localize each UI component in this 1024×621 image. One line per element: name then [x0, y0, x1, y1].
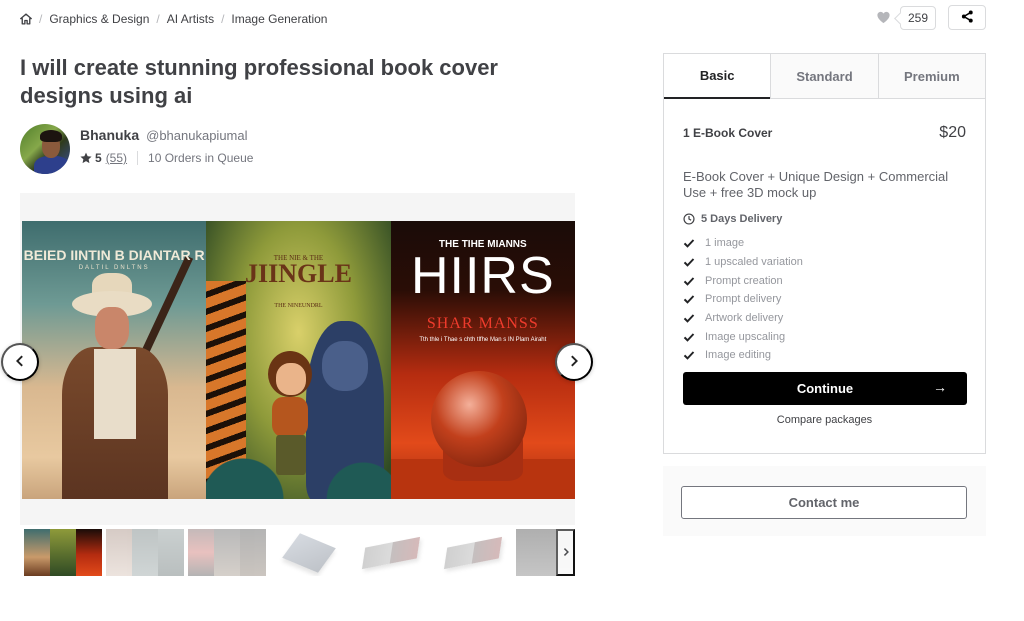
package-name: 1 E-Book Cover: [683, 126, 773, 140]
feature-label: Prompt creation: [705, 274, 783, 287]
thumbnail-2[interactable]: [106, 529, 184, 576]
star-icon: [80, 152, 92, 164]
feature-item: 1 upscaled variation: [683, 253, 966, 272]
continue-button[interactable]: Continue →: [683, 371, 967, 405]
breadcrumb-image-generation[interactable]: Image Generation: [231, 12, 327, 26]
cover-subtitle: SHAR MANSS: [426, 315, 539, 332]
package-features: 1 image 1 upscaled variation Prompt crea…: [683, 234, 966, 365]
check-icon: [683, 331, 695, 343]
thumbnail-5[interactable]: [352, 529, 430, 576]
tab-standard[interactable]: Standard: [770, 54, 878, 98]
share-button[interactable]: [948, 5, 986, 30]
feature-label: 1 image: [705, 237, 745, 250]
clock-icon: [683, 213, 695, 225]
package-tabs: Basic Standard Premium: [664, 54, 985, 99]
home-icon[interactable]: [20, 13, 32, 25]
reviews-count-link[interactable]: (55): [106, 151, 127, 165]
book-cover-jungle: THE NIE & THE JIINGLE THE NINEUNDRL: [206, 221, 391, 499]
feature-item: Prompt creation: [683, 271, 966, 290]
feature-item: Prompt delivery: [683, 290, 966, 309]
check-icon: [683, 349, 695, 361]
chevron-right-icon: [567, 354, 581, 371]
book-cover-mars: THE TIHE MIANNS HIIRS SHAR MANSS Tth thl…: [390, 221, 575, 499]
thumbnail-6[interactable]: [434, 529, 512, 576]
feature-label: Image upscaling: [705, 330, 786, 343]
tab-basic[interactable]: Basic: [664, 54, 771, 99]
book-cover-western: BEIED IINTIN B DIANTAR R DALTIL DNLTNS: [22, 221, 207, 499]
gig-title: I will create stunning professional book…: [20, 55, 498, 108]
feature-label: Prompt delivery: [705, 293, 782, 306]
breadcrumb-ai-artists[interactable]: AI Artists: [167, 12, 214, 26]
chevron-left-icon: [13, 354, 27, 371]
heart-icon[interactable]: [876, 10, 892, 26]
gig-gallery: BEIED IINTIN B DIANTAR R DALTIL DNLTNS T…: [20, 193, 575, 525]
feature-label: Artwork delivery: [705, 312, 784, 325]
thumbnails-next-button[interactable]: [556, 529, 575, 576]
check-icon: [683, 275, 695, 287]
thumbnail-4[interactable]: [270, 529, 348, 576]
gallery-thumbnails: [24, 529, 575, 576]
rating-score: 5: [95, 151, 102, 165]
cover-subtitle: DALTIL DNLTNS: [78, 265, 150, 271]
share-icon: [961, 9, 974, 26]
chevron-right-icon: [561, 545, 571, 560]
seller-name[interactable]: Bhanuka: [80, 127, 139, 143]
seller-overview: Bhanuka @bhanukapiumal 5 (55) 10 Orders …: [20, 124, 253, 174]
cover-title: JIINGLE: [245, 259, 352, 288]
contact-seller-section: Contact me: [663, 466, 986, 536]
gallery-prev-button[interactable]: [1, 343, 39, 381]
cover-tagline: Tth thle i Thae s chth tlfhe Man s IN Pl…: [419, 337, 547, 343]
continue-label: Continue: [796, 380, 854, 396]
thumbnail-1[interactable]: [24, 529, 102, 576]
gallery-slide[interactable]: BEIED IINTIN B DIANTAR R DALTIL DNLTNS T…: [22, 221, 575, 499]
breadcrumb-separator: /: [221, 12, 225, 26]
thumbnail-3[interactable]: [188, 529, 266, 576]
cover-title: HIIRS: [410, 247, 555, 305]
likes-count: 259: [900, 6, 937, 30]
seller-handle: @bhanukapiumal: [146, 128, 248, 143]
check-icon: [683, 293, 695, 305]
check-icon: [683, 312, 695, 324]
check-icon: [683, 237, 695, 249]
breadcrumb: / Graphics & Design / AI Artists / Image…: [20, 12, 327, 26]
arrow-right-icon: →: [933, 378, 947, 395]
compare-packages-link[interactable]: Compare packages: [683, 414, 966, 426]
gallery-next-button[interactable]: [555, 343, 593, 381]
seller-avatar[interactable]: [20, 124, 70, 174]
contact-me-button[interactable]: Contact me: [681, 486, 967, 519]
feature-item: 1 image: [683, 234, 966, 253]
check-icon: [683, 256, 695, 268]
orders-in-queue: 10 Orders in Queue: [148, 151, 254, 165]
package-description: E-Book Cover + Unique Design + Commercia…: [683, 169, 949, 200]
breadcrumb-separator: /: [39, 12, 43, 26]
feature-item: Image upscaling: [683, 327, 966, 346]
package-price: $20: [939, 124, 966, 141]
feature-item: Artwork delivery: [683, 309, 966, 328]
feature-label: 1 upscaled variation: [705, 256, 803, 269]
feature-label: Image editing: [705, 349, 772, 362]
delivery-label: 5 Days Delivery: [701, 213, 783, 225]
save-to-list[interactable]: 259: [876, 6, 937, 30]
delivery-time: 5 Days Delivery: [683, 213, 966, 225]
cover-title: BEIED IINTIN B DIANTAR R: [23, 247, 205, 263]
divider: [137, 151, 139, 165]
cover-subtitle: THE NINEUNDRL: [274, 303, 323, 309]
tab-premium[interactable]: Premium: [877, 54, 985, 98]
breadcrumb-separator: /: [156, 12, 160, 26]
feature-item: Image editing: [683, 346, 966, 365]
package-card: Basic Standard Premium 1 E-Book Cover $2…: [663, 53, 986, 454]
breadcrumb-graphics-design[interactable]: Graphics & Design: [49, 12, 149, 26]
